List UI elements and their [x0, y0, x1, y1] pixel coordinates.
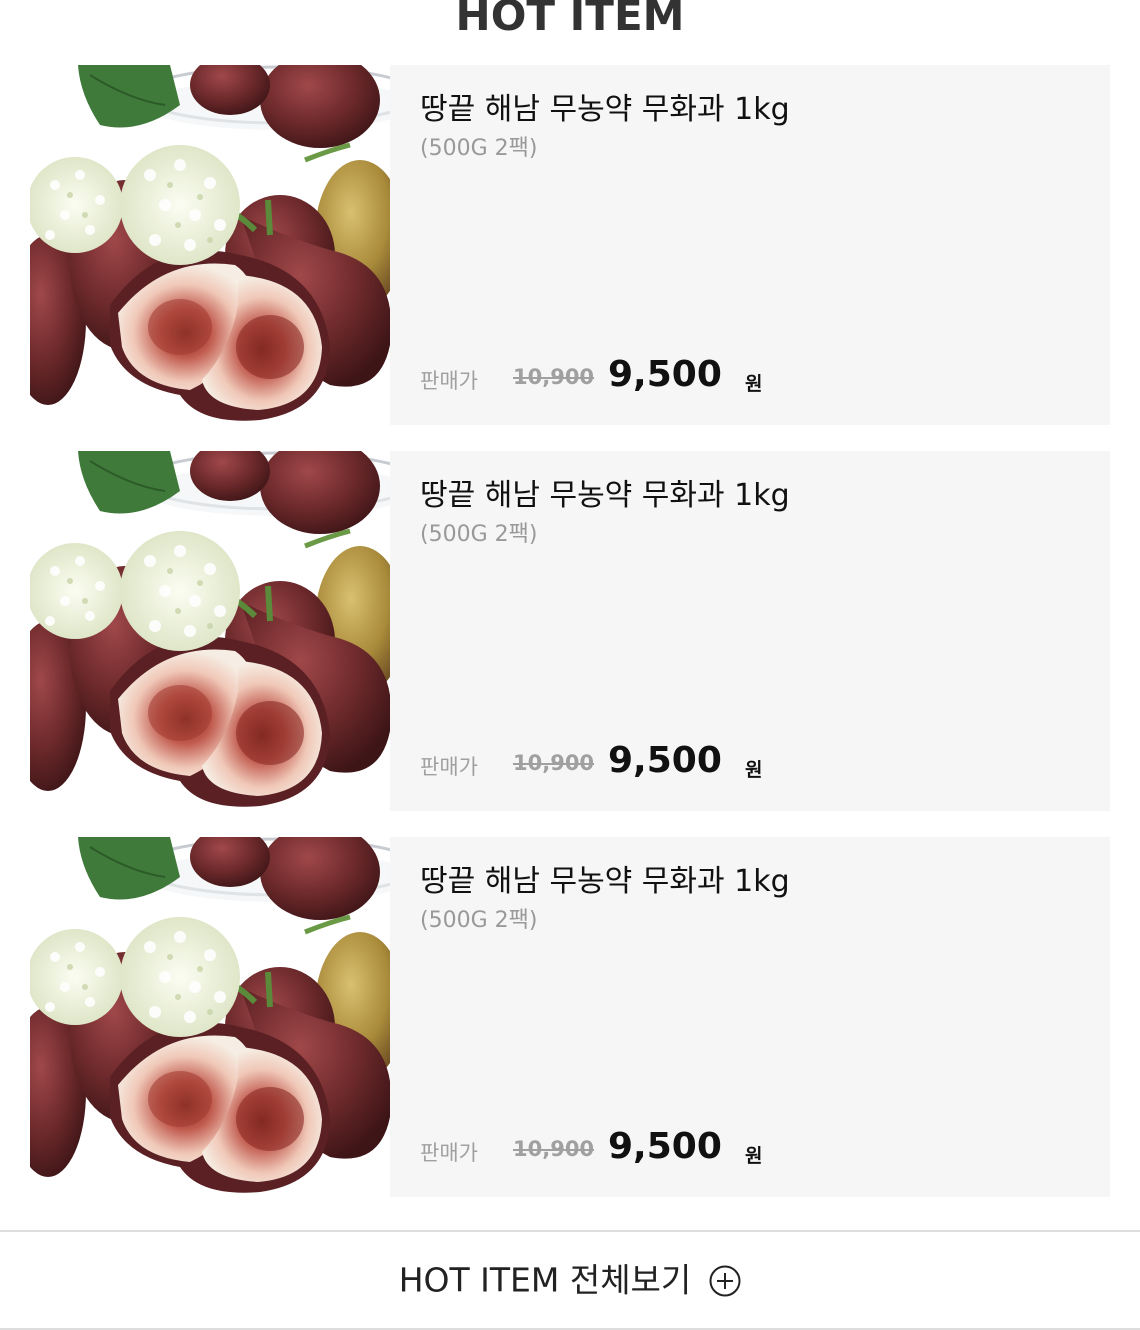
product-card[interactable]: 땅끝 해남 무농약 무화과 1kg (500G 2팩) 판매가 10,900 9… [30, 837, 1110, 1197]
product-info: 땅끝 해남 무농약 무화과 1kg (500G 2팩) 판매가 10,900 9… [420, 65, 1110, 425]
fig-photo-icon [30, 837, 390, 1197]
original-price: 10,900 [513, 751, 595, 775]
product-info: 땅끝 해남 무농약 무화과 1kg (500G 2팩) 판매가 10,900 9… [420, 837, 1110, 1197]
product-name[interactable]: 땅끝 해남 무농약 무화과 1kg [420, 91, 790, 129]
view-all-label: HOT ITEM 전체보기 [398, 1260, 692, 1300]
original-price: 10,900 [513, 1137, 595, 1161]
fig-product-image[interactable] [30, 451, 390, 811]
currency-unit: 원 [745, 373, 763, 395]
fig-photo-icon [30, 65, 390, 425]
product-name[interactable]: 땅끝 해남 무농약 무화과 1kg [420, 863, 790, 901]
price-row: 판매가 10,900 9,500 원 [420, 739, 1020, 783]
fig-product-image[interactable] [30, 65, 390, 425]
product-name[interactable]: 땅끝 해남 무농약 무화과 1kg [420, 477, 790, 515]
product-option: (500G 2팩) [420, 908, 538, 933]
price-row: 판매가 10,900 9,500 원 [420, 1125, 1020, 1169]
currency-unit: 원 [745, 759, 763, 781]
hot-item-section: HOT ITEM 땅끝 해남 무농약 무화과 1kg (500G 2팩) 판매가… [0, 0, 1140, 1330]
plus-circle-icon [709, 1265, 741, 1296]
section-title: HOT ITEM [455, 0, 685, 40]
product-info: 땅끝 해남 무농약 무화과 1kg (500G 2팩) 판매가 10,900 9… [420, 451, 1110, 811]
price-row: 판매가 10,900 9,500 원 [420, 353, 1020, 397]
product-option: (500G 2팩) [420, 522, 538, 547]
price-label: 판매가 [420, 755, 478, 779]
view-all-button[interactable]: HOT ITEM 전체보기 [0, 1250, 1140, 1310]
product-option: (500G 2팩) [420, 136, 538, 161]
sale-price: 9,500 [608, 740, 722, 781]
sale-price: 9,500 [608, 1126, 722, 1167]
price-label: 판매가 [420, 1141, 478, 1165]
original-price: 10,900 [513, 365, 595, 389]
fig-product-image[interactable] [30, 837, 390, 1197]
product-card[interactable]: 땅끝 해남 무농약 무화과 1kg (500G 2팩) 판매가 10,900 9… [30, 65, 1110, 425]
divider [0, 1230, 1140, 1232]
product-card[interactable]: 땅끝 해남 무농약 무화과 1kg (500G 2팩) 판매가 10,900 9… [30, 451, 1110, 811]
price-label: 판매가 [420, 369, 478, 393]
fig-photo-icon [30, 451, 390, 811]
currency-unit: 원 [745, 1145, 763, 1167]
sale-price: 9,500 [608, 354, 722, 395]
